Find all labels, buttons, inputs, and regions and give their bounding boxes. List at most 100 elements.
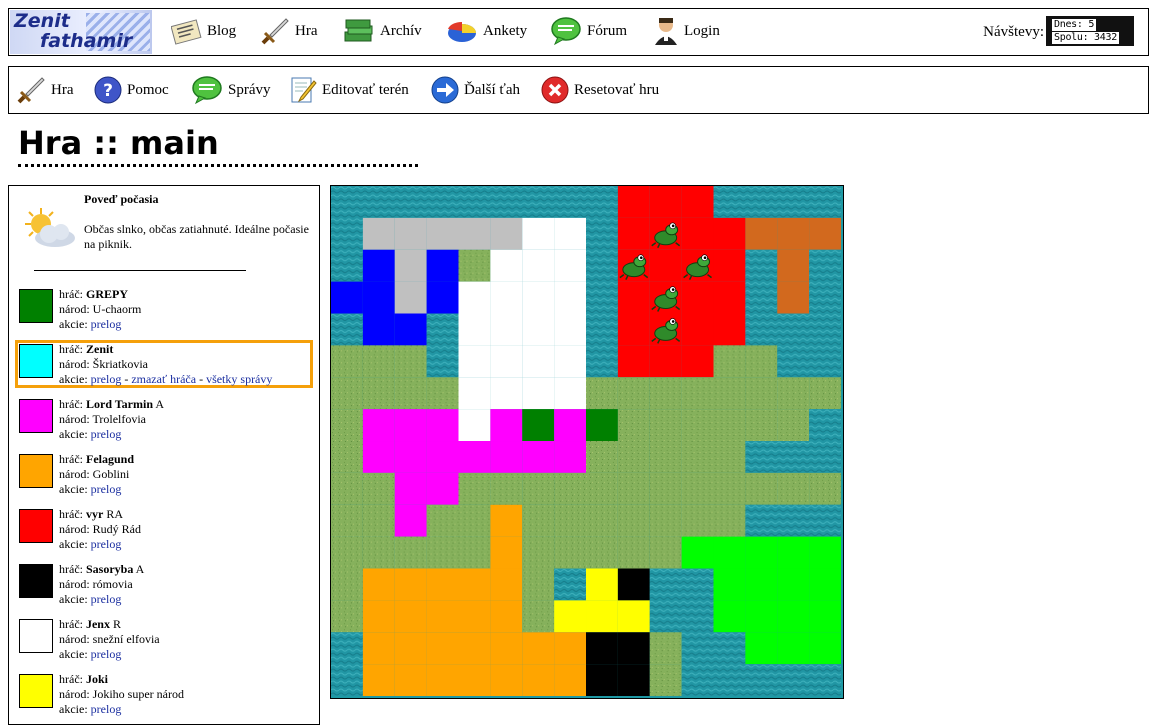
- map-tile[interactable]: [490, 313, 523, 346]
- map-tile[interactable]: [681, 632, 714, 665]
- map-tile[interactable]: [331, 249, 363, 282]
- map-tile[interactable]: [362, 409, 395, 442]
- map-tile[interactable]: [586, 217, 618, 250]
- map-tile[interactable]: [458, 186, 491, 218]
- map-tile[interactable]: [426, 664, 459, 697]
- map-tile[interactable]: [426, 568, 459, 601]
- map-tile[interactable]: [713, 472, 746, 505]
- map-tile[interactable]: [554, 472, 587, 505]
- map-tile[interactable]: [554, 441, 587, 473]
- map-tile[interactable]: [426, 249, 459, 282]
- map-tile[interactable]: [745, 409, 778, 442]
- map-tile[interactable]: [809, 504, 842, 537]
- map-tile[interactable]: [554, 249, 587, 282]
- map-tile[interactable]: [426, 281, 459, 314]
- map-tile[interactable]: [649, 345, 682, 378]
- map-tile[interactable]: [554, 313, 587, 346]
- map-tile[interactable]: [490, 600, 523, 633]
- map-tile[interactable]: [490, 249, 523, 282]
- map-tile[interactable]: [331, 409, 363, 442]
- nav-game[interactable]: Hra: [259, 16, 318, 46]
- map-tile[interactable]: [713, 249, 746, 282]
- map-tile[interactable]: [586, 568, 618, 601]
- map-tile[interactable]: [490, 632, 523, 665]
- map-tile[interactable]: [331, 568, 363, 601]
- map-tile[interactable]: [745, 345, 778, 378]
- map-tile[interactable]: [681, 313, 714, 346]
- map-tile[interactable]: [586, 281, 618, 314]
- map-tile[interactable]: [617, 632, 650, 665]
- map-tile[interactable]: [777, 664, 810, 697]
- player-action-link[interactable]: prelog: [91, 702, 122, 716]
- map-tile[interactable]: [713, 441, 746, 473]
- map-tile[interactable]: [617, 600, 650, 633]
- player-action-link[interactable]: zmazať hráča: [131, 372, 196, 386]
- map-tile[interactable]: [681, 568, 714, 601]
- map-tile[interactable]: [681, 345, 714, 378]
- map-tile[interactable]: [394, 600, 427, 633]
- map-tile[interactable]: [362, 664, 395, 697]
- map-tile[interactable]: [394, 345, 427, 378]
- map-tile[interactable]: [426, 472, 459, 505]
- map-tile[interactable]: [777, 345, 810, 378]
- map-tile[interactable]: [617, 536, 650, 569]
- map-tile[interactable]: [713, 281, 746, 314]
- map-tile[interactable]: [522, 664, 555, 697]
- map-tile[interactable]: [777, 217, 810, 250]
- map-tile[interactable]: [745, 313, 778, 346]
- map-tile[interactable]: [681, 186, 714, 218]
- map-tile[interactable]: [458, 504, 491, 537]
- map-tile[interactable]: [554, 281, 587, 314]
- map-tile[interactable]: [681, 377, 714, 410]
- map-tile[interactable]: [458, 600, 491, 633]
- map-tile[interactable]: [681, 504, 714, 537]
- map-tile[interactable]: [809, 600, 842, 633]
- map-tile[interactable]: [745, 568, 778, 601]
- map-tile[interactable]: [394, 409, 427, 442]
- map-tile[interactable]: [809, 441, 842, 473]
- map-tile[interactable]: [522, 345, 555, 378]
- player-action-link[interactable]: prelog: [91, 317, 122, 331]
- map-tile[interactable]: [617, 409, 650, 442]
- map-tile[interactable]: [617, 504, 650, 537]
- map-tile[interactable]: [809, 313, 842, 346]
- map-tile[interactable]: [586, 632, 618, 665]
- map-tile[interactable]: [681, 664, 714, 697]
- map-tile[interactable]: [617, 345, 650, 378]
- map-tile[interactable]: [458, 249, 491, 282]
- map-tile[interactable]: [458, 664, 491, 697]
- map-tile[interactable]: [458, 345, 491, 378]
- map-tile[interactable]: [362, 600, 395, 633]
- map-tile[interactable]: [522, 600, 555, 633]
- map-tile[interactable]: [554, 568, 587, 601]
- map-tile[interactable]: [522, 472, 555, 505]
- map-tile[interactable]: [586, 377, 618, 410]
- map-tile[interactable]: [745, 472, 778, 505]
- map-tile[interactable]: [745, 504, 778, 537]
- map-tile[interactable]: [394, 472, 427, 505]
- map-tile[interactable]: [554, 536, 587, 569]
- map-tile[interactable]: [809, 377, 842, 410]
- nav-login[interactable]: Login: [652, 16, 720, 46]
- map-tile[interactable]: [554, 600, 587, 633]
- tool-messages[interactable]: Správy: [190, 75, 271, 105]
- map-tile[interactable]: [554, 504, 587, 537]
- map-tile[interactable]: [362, 568, 395, 601]
- player-action-link[interactable]: všetky správy: [206, 372, 272, 386]
- map-tile[interactable]: [554, 345, 587, 378]
- map-tile[interactable]: [331, 664, 363, 697]
- map-tile[interactable]: [586, 249, 618, 282]
- map-tile[interactable]: [362, 186, 395, 218]
- map-tile[interactable]: [522, 441, 555, 473]
- map-tile[interactable]: [745, 217, 778, 250]
- map-tile[interactable]: [458, 441, 491, 473]
- map-tile[interactable]: [809, 536, 842, 569]
- map-tile[interactable]: [681, 281, 714, 314]
- map-tile[interactable]: [426, 441, 459, 473]
- map-tile[interactable]: [394, 536, 427, 569]
- map-tile[interactable]: [426, 409, 459, 442]
- map-tile[interactable]: [362, 441, 395, 473]
- map-tile[interactable]: [331, 186, 363, 218]
- map-tile[interactable]: [777, 472, 810, 505]
- map-tile[interactable]: [394, 186, 427, 218]
